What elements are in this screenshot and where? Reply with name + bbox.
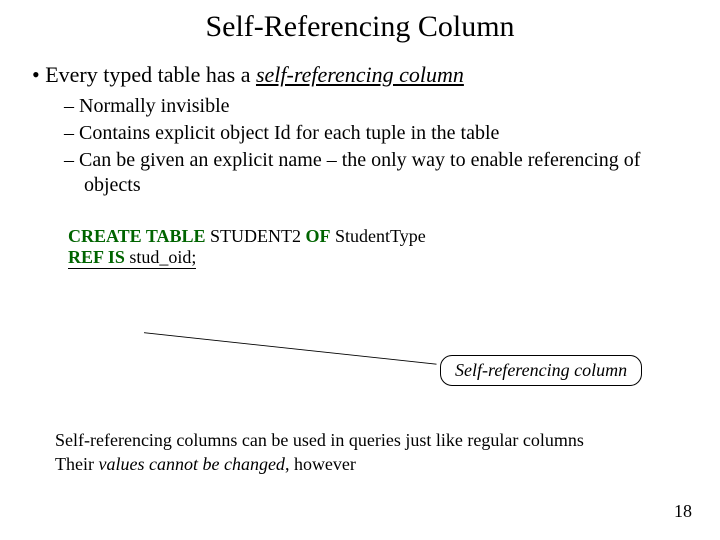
note2-a: Their (55, 454, 98, 474)
ref-is-clause: REF IS stud_oid; (68, 247, 196, 269)
bullet1-prefix: Every typed table has a (45, 62, 256, 87)
subitem-c: Can be given an explicit name – the only… (84, 148, 692, 198)
slide-body: Every typed table has a self-referencing… (0, 44, 720, 269)
keyword-of: OF (306, 226, 331, 246)
note2-c: , however (285, 454, 356, 474)
bullet1-term: self-referencing column (256, 62, 464, 87)
bullet-item-1: Every typed table has a self-referencing… (50, 62, 692, 198)
code-line-2: REF IS stud_oid; (68, 247, 692, 269)
code-line-1: CREATE TABLE STUDENT2 OF StudentType (68, 226, 692, 247)
subitem-a: Normally invisible (84, 94, 692, 119)
bullet-list-level2: Normally invisible Contains explicit obj… (50, 94, 692, 198)
slide-title: Self-Referencing Column (0, 0, 720, 44)
page-number: 18 (674, 501, 692, 522)
ident-student2: STUDENT2 (206, 226, 306, 246)
ident-stud-oid: stud_oid; (125, 247, 197, 267)
note2-b: values cannot be changed (98, 454, 284, 474)
callout-connector-line (85, 330, 455, 366)
bullet-list-level1: Every typed table has a self-referencing… (28, 62, 692, 198)
note-line-2: Their values cannot be changed, however (55, 452, 584, 476)
callout-text: Self-referencing column (455, 360, 627, 380)
note-line-1: Self-referencing columns can be used in … (55, 428, 584, 452)
notes-block: Self-referencing columns can be used in … (55, 428, 584, 477)
ident-studenttype: StudentType (331, 226, 426, 246)
callout-label: Self-referencing column (440, 355, 642, 386)
subitem-b: Contains explicit object Id for each tup… (84, 121, 692, 146)
slide: Self-Referencing Column Every typed tabl… (0, 0, 720, 540)
keyword-create-table: CREATE TABLE (68, 226, 206, 246)
code-block: CREATE TABLE STUDENT2 OF StudentType REF… (68, 226, 692, 269)
keyword-ref-is: REF IS (68, 247, 125, 267)
